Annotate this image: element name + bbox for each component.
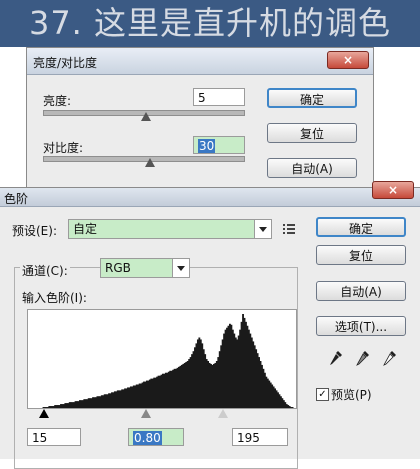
- channel-label: 通道(C):: [20, 262, 70, 279]
- input-black-slider-handle[interactable]: [39, 409, 49, 418]
- levels-histogram: [27, 309, 297, 409]
- levels-reset-button[interactable]: 复位: [316, 245, 406, 265]
- levels-titlebar[interactable]: 色阶: [0, 188, 420, 207]
- preset-select[interactable]: 自定: [68, 219, 272, 239]
- histogram-graph: [42, 314, 294, 408]
- white-eyedropper-icon[interactable]: [383, 350, 397, 366]
- input-white-slider-handle[interactable]: [218, 409, 228, 418]
- bc-title: 亮度/对比度: [33, 56, 98, 70]
- contrast-input[interactable]: 30: [193, 136, 245, 154]
- bc-titlebar[interactable]: 亮度/对比度: [27, 48, 373, 75]
- gray-eyedropper-icon[interactable]: [356, 350, 370, 366]
- channel-select[interactable]: RGB: [100, 258, 190, 278]
- levels-auto-button[interactable]: 自动(A): [316, 281, 406, 301]
- bc-reset-button[interactable]: 复位: [267, 123, 357, 143]
- bc-auto-button[interactable]: 自动(A): [267, 158, 357, 178]
- preset-value: 自定: [73, 222, 98, 236]
- contrast-label: 对比度:: [43, 141, 84, 155]
- black-eyedropper-icon[interactable]: [329, 350, 343, 366]
- input-white-field[interactable]: 195: [232, 428, 288, 446]
- brightness-label: 亮度:: [43, 94, 72, 108]
- preset-label: 预设(E):: [12, 224, 57, 238]
- input-gamma-field[interactable]: 0.80: [128, 428, 184, 446]
- levels-options-button[interactable]: 选项(T)...: [316, 316, 406, 336]
- input-gamma-value: 0.80: [133, 431, 162, 445]
- brightness-slider-handle[interactable]: [141, 112, 152, 121]
- contrast-slider-handle[interactable]: [144, 158, 155, 167]
- channel-value: RGB: [105, 261, 131, 275]
- chevron-down-icon: [172, 259, 189, 277]
- histogram-bin: [291, 407, 294, 408]
- bc-ok-button[interactable]: 确定: [267, 88, 357, 108]
- brightness-contrast-dialog: 亮度/对比度 × 亮度: 5 对比度: 30 确定 复位 自动(A): [26, 47, 374, 189]
- title-banner: 37. 这里是直升机的调色: [0, 0, 420, 47]
- preview-checkbox[interactable]: ✓: [316, 388, 329, 401]
- input-levels-label: 输入色阶(I):: [22, 291, 87, 305]
- levels-title: 色阶: [4, 192, 29, 206]
- preset-menu-icon[interactable]: [283, 223, 297, 235]
- levels-close-button[interactable]: ×: [372, 181, 414, 199]
- input-black-field[interactable]: 15: [27, 428, 81, 446]
- chevron-down-icon: [254, 220, 271, 238]
- levels-ok-button[interactable]: 确定: [316, 217, 406, 237]
- brightness-input[interactable]: 5: [193, 88, 245, 106]
- preview-label: 预览(P): [331, 388, 372, 402]
- bc-close-button[interactable]: ×: [327, 51, 369, 69]
- contrast-value: 30: [198, 139, 216, 153]
- input-gamma-slider-handle[interactable]: [141, 409, 151, 418]
- banner-title: 37. 这里是直升机的调色: [28, 4, 392, 42]
